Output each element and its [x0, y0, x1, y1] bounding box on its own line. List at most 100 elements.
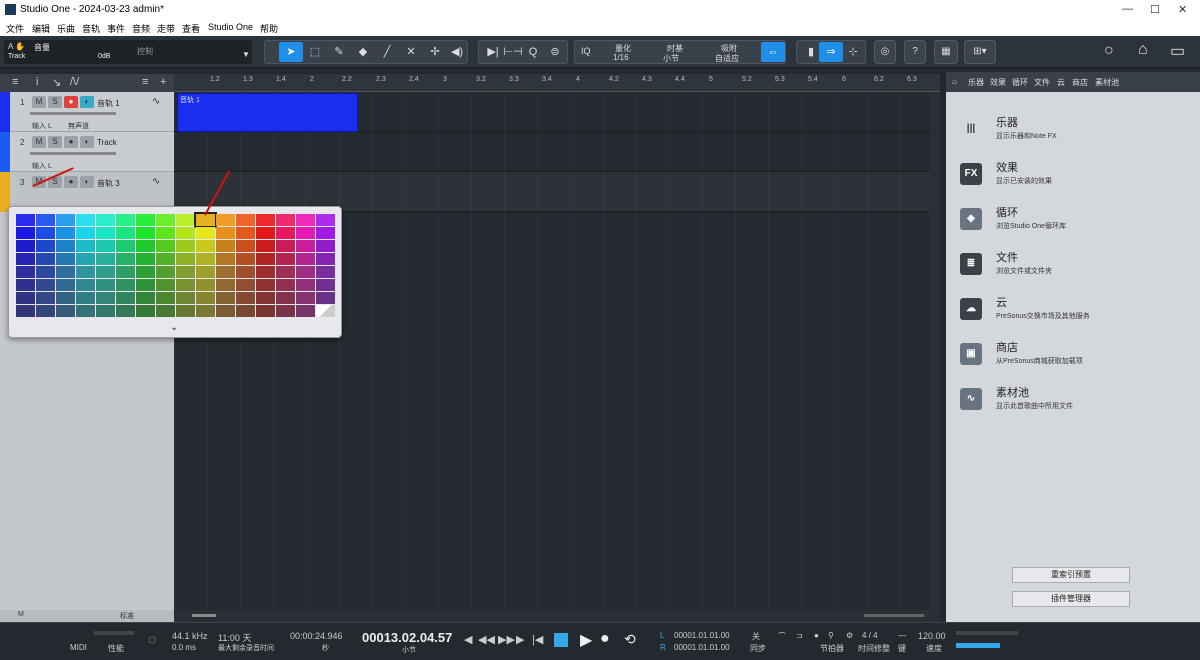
chevron-down-icon[interactable]: ⌄ — [170, 322, 178, 333]
color-swatch[interactable] — [116, 214, 135, 226]
color-swatch[interactable] — [116, 292, 135, 304]
color-swatch[interactable] — [196, 227, 215, 239]
color-swatch[interactable] — [296, 214, 315, 226]
color-swatch[interactable] — [316, 292, 335, 304]
color-swatch[interactable] — [156, 266, 175, 278]
track-lane[interactable] — [174, 132, 940, 172]
bars-label[interactable]: 小节 — [402, 645, 416, 655]
color-swatch[interactable] — [16, 253, 35, 265]
position-display[interactable]: 00013.02.04.57 — [362, 630, 452, 645]
menu-audio[interactable]: 音频 — [132, 22, 150, 35]
solo-button[interactable]: S — [48, 96, 62, 108]
color-swatch[interactable] — [76, 266, 95, 278]
monitor-button[interactable]: ◐ — [80, 176, 94, 188]
color-swatch[interactable] — [16, 266, 35, 278]
color-swatch[interactable] — [316, 240, 335, 252]
arrow-tool-icon[interactable]: ➤ — [279, 42, 303, 62]
color-swatch[interactable] — [176, 227, 195, 239]
color-swatch[interactable] — [136, 279, 155, 291]
add-track-icon[interactable]: + — [160, 76, 166, 88]
menu-track[interactable]: 音轨 — [82, 22, 100, 35]
waveform-icon[interactable]: ∿ — [152, 176, 160, 187]
start-page-icon[interactable]: ▭ — [1170, 41, 1185, 61]
color-swatch[interactable] — [176, 292, 195, 304]
color-swatch[interactable] — [216, 279, 235, 291]
color-swatch[interactable] — [296, 279, 315, 291]
color-swatch[interactable] — [156, 305, 175, 317]
metronome-settings-icon[interactable]: ⚙ — [846, 631, 853, 640]
arrange-view[interactable] — [174, 92, 940, 610]
color-swatch[interactable] — [276, 279, 295, 291]
time-signature[interactable]: 4 / 4 — [862, 631, 878, 640]
help-icon[interactable]: ? — [904, 40, 926, 64]
color-swatch[interactable] — [156, 279, 175, 291]
color-swatch[interactable] — [296, 253, 315, 265]
color-swatch[interactable] — [136, 305, 155, 317]
eraser-tool-icon[interactable]: ◆ — [351, 42, 375, 62]
browser-item-shop[interactable]: ▣ 商店 从PreSonus商城获取加载项 — [960, 337, 1190, 381]
solo-button[interactable]: S — [48, 136, 62, 148]
menu-icon[interactable]: ≡ — [12, 76, 18, 88]
scroll-thumb[interactable] — [192, 614, 216, 617]
color-swatch[interactable] — [316, 227, 335, 239]
color-swatch[interactable] — [56, 279, 75, 291]
color-swatch[interactable] — [316, 266, 335, 278]
color-swatch[interactable] — [236, 214, 255, 226]
color-swatch[interactable] — [36, 214, 55, 226]
user-icon[interactable]: ○ — [1104, 42, 1114, 60]
timebase-value[interactable]: 小节 — [663, 53, 679, 64]
listen-tool-icon[interactable]: ◀) — [445, 42, 469, 62]
rewind-icon[interactable]: ◀◀ — [478, 633, 495, 646]
follow-icon[interactable]: ⇒ — [819, 42, 843, 62]
color-swatch[interactable] — [156, 253, 175, 265]
track-row[interactable]: 1 M S ● ◐ 音轨 1 ∿ 输入 L 無声道 — [0, 92, 174, 132]
zoom-slider[interactable] — [864, 614, 924, 617]
color-swatch[interactable] — [96, 227, 115, 239]
audio-event-clip[interactable]: 音轨 1 — [177, 93, 358, 132]
color-swatch[interactable] — [276, 305, 295, 317]
color-swatch[interactable] — [276, 214, 295, 226]
menu-song[interactable]: 乐曲 — [57, 22, 75, 35]
home-icon[interactable]: ⌂ — [1138, 41, 1148, 59]
color-swatch[interactable] — [276, 266, 295, 278]
color-swatch[interactable] — [216, 227, 235, 239]
track-input[interactable]: 输入 L — [32, 161, 52, 171]
color-swatch[interactable] — [56, 227, 75, 239]
color-swatch[interactable] — [296, 305, 315, 317]
track-name[interactable]: 音轨 3 — [97, 178, 120, 189]
mode-label[interactable]: 标准 — [120, 611, 134, 621]
video-icon[interactable]: ▦ — [934, 40, 958, 64]
color-swatch[interactable] — [56, 266, 75, 278]
record-icon[interactable]: ● — [600, 630, 610, 648]
color-swatch[interactable] — [36, 279, 55, 291]
plugin-manager-button[interactable]: 插件管理器 — [1012, 591, 1130, 607]
color-swatch[interactable] — [176, 240, 195, 252]
color-swatch[interactable] — [36, 266, 55, 278]
color-swatch[interactable] — [276, 253, 295, 265]
waveform-icon[interactable]: ∿ — [152, 96, 160, 107]
color-swatch[interactable] — [296, 227, 315, 239]
color-swatch[interactable] — [96, 253, 115, 265]
color-swatch[interactable] — [76, 214, 95, 226]
punch-icon[interactable]: ⊐ — [796, 631, 803, 640]
fast-forward-icon[interactable]: ▶▶ — [498, 633, 515, 646]
automation-icon[interactable]: /\/ — [70, 76, 79, 88]
color-swatch[interactable] — [56, 253, 75, 265]
color-swatch[interactable] — [56, 214, 75, 226]
color-swatch[interactable] — [56, 240, 75, 252]
mute-button[interactable]: M — [32, 96, 46, 108]
precount-icon[interactable]: ⌒ — [778, 631, 786, 642]
color-swatch[interactable] — [216, 253, 235, 265]
monitor-button[interactable]: ◐ — [80, 96, 94, 108]
color-swatch[interactable] — [16, 227, 35, 239]
color-swatch[interactable] — [316, 253, 335, 265]
color-swatch[interactable] — [276, 227, 295, 239]
color-swatch[interactable] — [196, 305, 215, 317]
color-swatch[interactable] — [16, 279, 35, 291]
key-icon[interactable]: — — [898, 631, 906, 640]
color-swatch[interactable] — [176, 305, 195, 317]
color-swatch[interactable] — [16, 214, 35, 226]
dial-icon[interactable]: ⊜ — [543, 42, 567, 62]
color-swatch[interactable] — [256, 214, 275, 226]
next-marker-icon[interactable]: ▶ — [516, 633, 524, 646]
